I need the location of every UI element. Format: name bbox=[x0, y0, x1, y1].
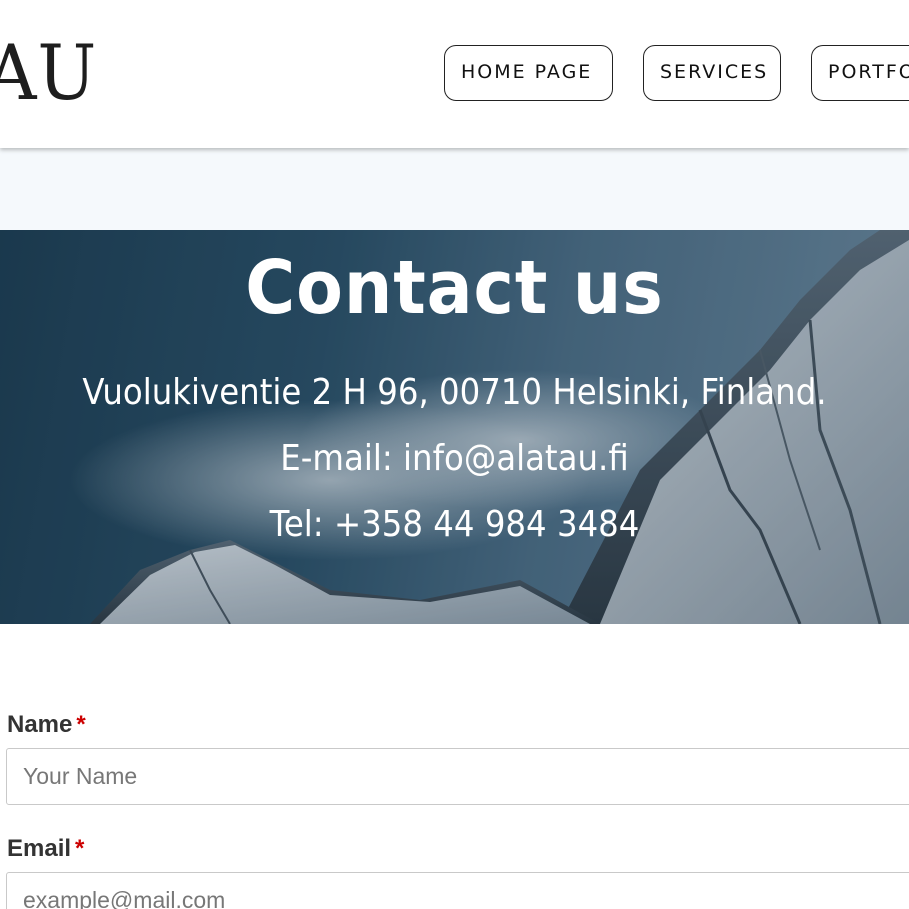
nav-home-page-button[interactable]: HOME PAGE bbox=[444, 45, 613, 101]
header-spacer-band bbox=[0, 148, 909, 230]
required-marker: * bbox=[75, 835, 85, 862]
nav-services-button[interactable]: SERVICES bbox=[643, 45, 781, 101]
email-field-label: Email * bbox=[7, 835, 84, 863]
name-label-text: Name bbox=[7, 711, 73, 738]
required-marker: * bbox=[76, 711, 86, 738]
name-field-label: Name * bbox=[7, 711, 86, 739]
site-logo[interactable]: AU bbox=[0, 30, 97, 116]
contact-hero: Contact us Vuolukiventie 2 H 96, 00710 H… bbox=[0, 230, 909, 624]
site-header: AU HOME PAGE SERVICES PORTFO bbox=[0, 0, 909, 148]
contact-phone[interactable]: Tel: +358 44 984 3484 bbox=[45, 503, 863, 547]
email-label-text: Email bbox=[7, 835, 72, 862]
page-title: Contact us bbox=[245, 245, 664, 331]
contact-address: Vuolukiventie 2 H 96, 00710 Helsinki, Fi… bbox=[82, 372, 827, 413]
name-input[interactable] bbox=[6, 748, 909, 805]
nav-portfolio-button[interactable]: PORTFO bbox=[811, 45, 909, 101]
contact-email[interactable]: E-mail: info@alatau.fi bbox=[45, 437, 863, 481]
email-input[interactable] bbox=[6, 872, 909, 909]
